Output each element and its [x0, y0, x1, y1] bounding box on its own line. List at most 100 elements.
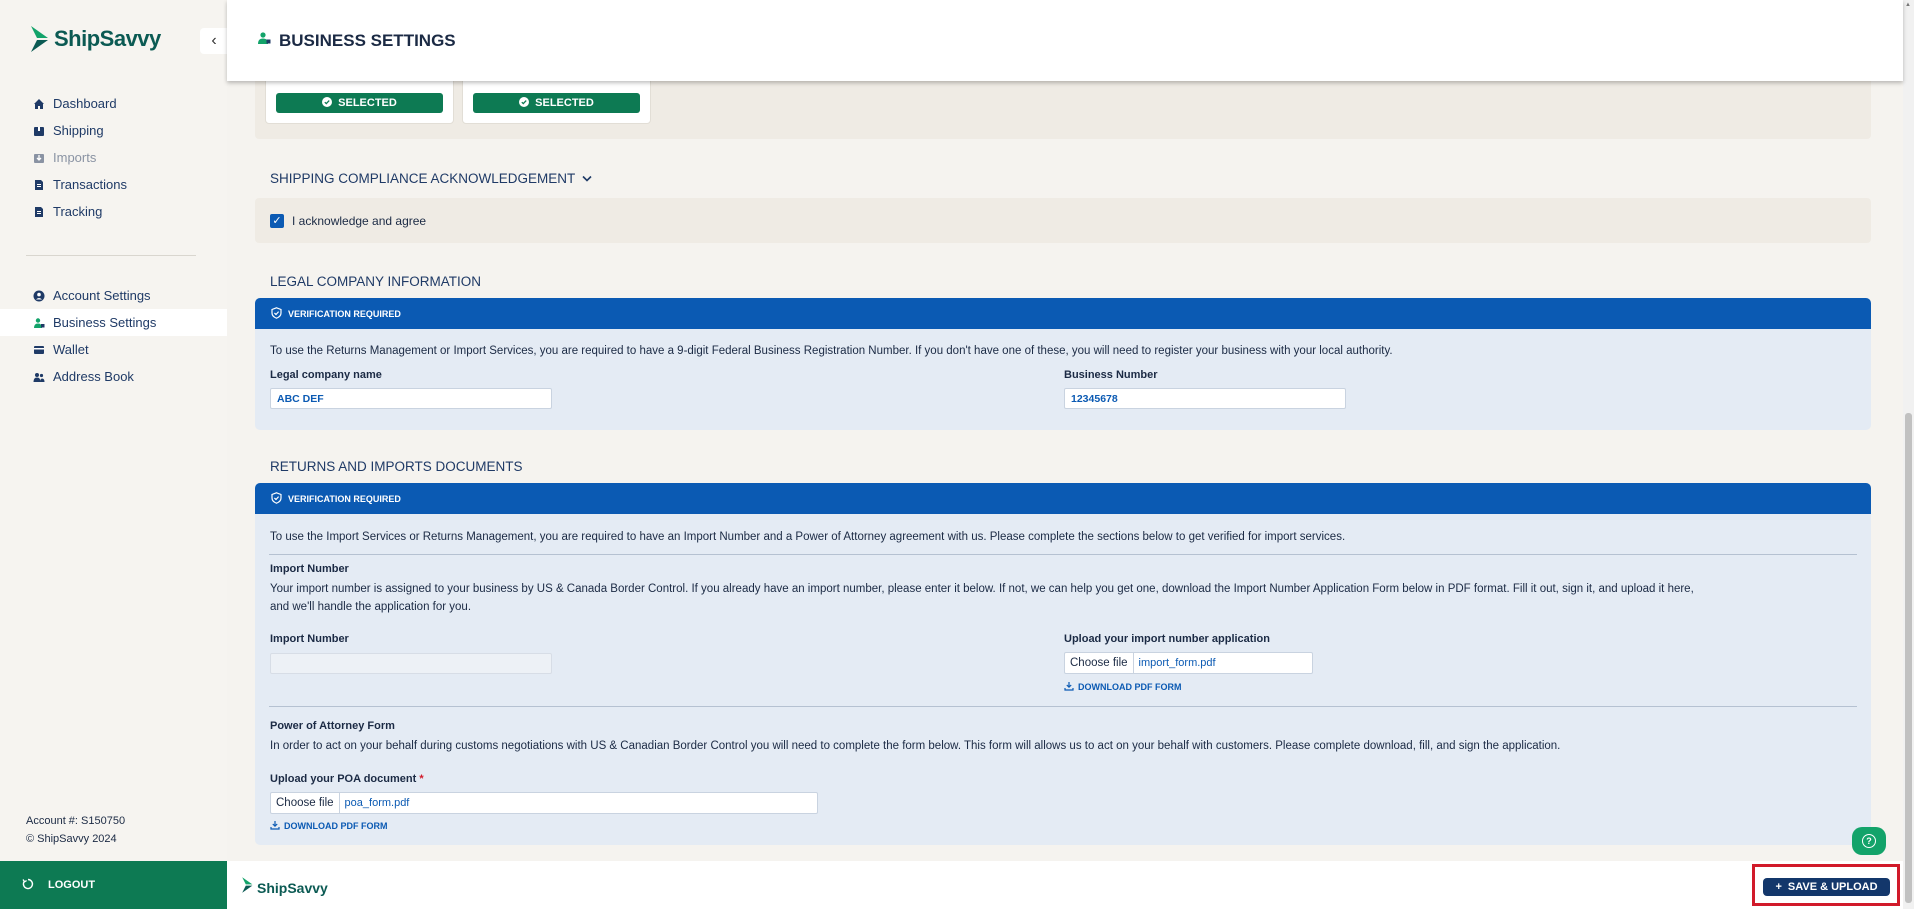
scrollbar[interactable]: ▲ — [1903, 0, 1914, 909]
sidebar: ShipSavvy ‹ Dashboard Shipping Imports T… — [0, 0, 228, 909]
sidebar-item-account-settings[interactable]: Account Settings — [25, 282, 227, 309]
scrollbar-thumb[interactable] — [1905, 413, 1912, 903]
download-icon — [270, 820, 280, 832]
compliance-section-toggle[interactable]: SHIPPING COMPLIANCE ACKNOWLEDGEMENT — [270, 171, 593, 186]
verification-banner: VERIFICATION REQUIRED — [255, 298, 1871, 329]
sidebar-item-address-book[interactable]: Address Book — [25, 363, 227, 390]
divider — [269, 554, 1857, 555]
import-file-name: import_form.pdf — [1138, 657, 1216, 669]
logout-label: LOGOUT — [48, 879, 96, 891]
import-icon — [33, 152, 45, 164]
sidebar-item-label: Dashboard — [53, 96, 117, 111]
import-number-description: Your import number is assigned to your b… — [270, 583, 1694, 595]
poa-upload-label-text: Upload your POA document — [270, 773, 417, 785]
sidebar-item-business-settings[interactable]: Business Settings — [0, 309, 227, 336]
verification-banner-text: VERIFICATION REQUIRED — [288, 308, 401, 319]
shipsavvy-logo[interactable]: ShipSavvy — [28, 24, 161, 54]
selected-label: SELECTED — [535, 97, 594, 109]
plus-icon: + — [1775, 881, 1782, 893]
business-user-icon — [257, 31, 271, 50]
sidebar-item-shipping[interactable]: Shipping — [25, 117, 227, 144]
documents-panel: VERIFICATION REQUIRED To use the Import … — [255, 483, 1871, 845]
business-number-label: Business Number — [1064, 369, 1158, 381]
poa-upload-label: Upload your POA document * — [270, 773, 424, 785]
import-number-label: Import Number — [270, 633, 349, 645]
legal-section-title: LEGAL COMPANY INFORMATION — [270, 274, 481, 289]
shield-icon — [271, 491, 282, 506]
sidebar-divider — [26, 255, 196, 256]
import-number-heading: Import Number — [270, 563, 349, 575]
account-number: Account #: S150750 — [26, 815, 126, 827]
acknowledge-checkbox[interactable]: ✓ — [270, 213, 284, 228]
save-upload-button[interactable]: + SAVE & UPLOAD — [1763, 878, 1890, 896]
main-content: Show Details SELECTED Show Details SELEC… — [227, 0, 1903, 861]
legal-panel: VERIFICATION REQUIRED To use the Returns… — [255, 298, 1871, 430]
contacts-icon — [33, 371, 45, 383]
verification-banner: VERIFICATION REQUIRED — [255, 483, 1871, 514]
logo-text: ShipSavvy — [54, 26, 161, 51]
choose-file-button[interactable]: Choose file — [1065, 653, 1134, 673]
poa-file-name: poa_form.pdf — [344, 797, 410, 809]
documents-note: To use the Import Services or Returns Ma… — [270, 531, 1346, 543]
company-name-label: Legal company name — [270, 369, 382, 381]
chevron-down-icon — [581, 171, 593, 186]
sidebar-item-transactions[interactable]: Transactions — [25, 171, 227, 198]
download-label: DOWNLOAD PDF FORM — [1078, 682, 1182, 692]
verification-banner-text: VERIFICATION REQUIRED — [288, 493, 401, 504]
acknowledgement-box: ✓ I acknowledge and agree — [255, 198, 1871, 243]
sidebar-item-imports[interactable]: Imports — [25, 144, 227, 171]
poa-description: In order to act on your behalf during cu… — [270, 740, 1561, 752]
logout-icon — [22, 878, 34, 893]
save-button-highlight: + SAVE & UPLOAD — [1752, 864, 1900, 906]
chevron-left-icon: ‹ — [211, 32, 217, 49]
legal-title: LEGAL COMPANY INFORMATION — [270, 274, 482, 289]
question-icon: ? — [1862, 834, 1876, 848]
sidebar-item-label: Tracking — [53, 204, 103, 219]
selected-label: SELECTED — [338, 97, 397, 109]
document-icon — [33, 206, 45, 218]
secondary-nav: Account Settings Business Settings Walle… — [0, 282, 227, 390]
help-button[interactable]: ? — [1852, 827, 1886, 855]
choose-file-button[interactable]: Choose file — [271, 793, 340, 813]
check-circle-icon — [322, 96, 333, 110]
download-icon — [1064, 681, 1074, 693]
logout-button[interactable]: LOGOUT — [0, 861, 227, 909]
check-circle-icon — [519, 96, 530, 110]
import-number-input[interactable] — [270, 653, 552, 674]
logo-mark-icon — [240, 876, 254, 899]
upload-application-label: Upload your import number application — [1064, 633, 1270, 645]
poa-heading: Power of Attorney Form — [270, 720, 395, 732]
sidebar-item-label: Address Book — [53, 369, 134, 384]
legal-note: To use the Returns Management or Import … — [270, 345, 1393, 357]
business-user-icon — [33, 317, 45, 329]
sidebar-item-dashboard[interactable]: Dashboard — [25, 90, 227, 117]
collapse-sidebar-button[interactable]: ‹ — [200, 28, 228, 54]
document-icon — [33, 179, 45, 191]
selected-button[interactable]: SELECTED — [473, 93, 640, 113]
documents-title: RETURNS AND IMPORTS DOCUMENTS — [270, 459, 523, 474]
sidebar-item-tracking[interactable]: Tracking — [25, 198, 227, 225]
account-info: Account #: S150750 © ShipSavvy 2024 — [26, 812, 125, 848]
sidebar-item-wallet[interactable]: Wallet — [25, 336, 227, 363]
acknowledge-label[interactable]: I acknowledge and agree — [292, 214, 426, 228]
page-title: BUSINESS SETTINGS — [279, 30, 456, 50]
download-import-pdf-link[interactable]: DOWNLOAD PDF FORM — [1064, 681, 1182, 693]
shield-icon — [271, 306, 282, 321]
import-application-file-input[interactable]: Choose file import_form.pdf — [1064, 652, 1313, 674]
poa-file-input[interactable]: Choose file poa_form.pdf — [270, 792, 818, 814]
scroll-up-arrow-icon[interactable]: ▲ — [1905, 2, 1911, 8]
business-number-input[interactable]: 12345678 — [1064, 388, 1346, 409]
page-header: BUSINESS SETTINGS — [227, 0, 1903, 81]
divider — [269, 706, 1857, 707]
wallet-icon — [33, 344, 45, 356]
download-label: DOWNLOAD PDF FORM — [284, 821, 388, 831]
compliance-title: SHIPPING COMPLIANCE ACKNOWLEDGEMENT — [270, 171, 576, 186]
user-circle-icon — [33, 290, 45, 302]
selected-button[interactable]: SELECTED — [276, 93, 443, 113]
sidebar-item-label: Shipping — [53, 123, 104, 138]
company-name-input[interactable]: ABC DEF — [270, 388, 552, 409]
sidebar-item-label: Account Settings — [53, 288, 151, 303]
box-icon — [33, 125, 45, 137]
download-poa-pdf-link[interactable]: DOWNLOAD PDF FORM — [270, 820, 388, 832]
footer-bar: ShipSavvy + SAVE & UPLOAD — [227, 861, 1903, 909]
